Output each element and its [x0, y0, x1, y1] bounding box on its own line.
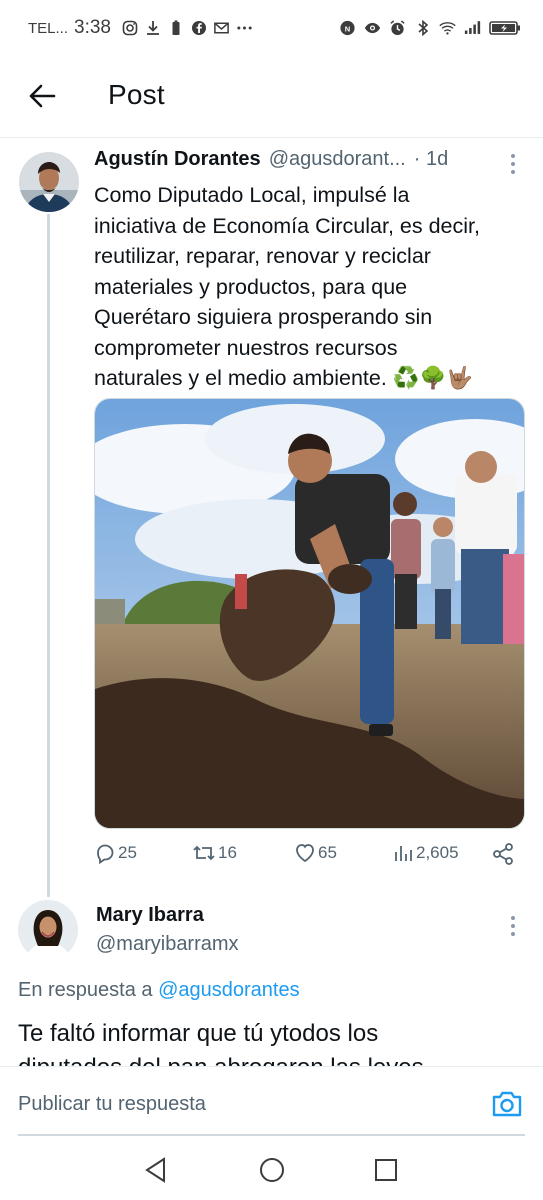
page-title: Post [108, 79, 165, 110]
status-right: N [339, 19, 521, 37]
status-left: TEL... 3:38 [28, 17, 253, 39]
reply-button[interactable]: 25 [94, 842, 137, 864]
in-reply-prefix: En respuesta a [18, 979, 153, 1001]
like-button[interactable]: 65 [294, 842, 337, 864]
tweet-header: Agustín Dorantes @agusdorant... · 1d [94, 148, 494, 171]
compose-divider [18, 1134, 525, 1136]
gmail-icon [213, 20, 230, 37]
reply-icon [97, 844, 114, 864]
status-bar: TEL... 3:38 N [0, 0, 543, 56]
views-button[interactable]: 2,605 [392, 842, 459, 864]
download-icon [144, 20, 161, 37]
back-button[interactable] [26, 80, 58, 112]
nav-back-button[interactable] [142, 1156, 170, 1184]
triangle-back-icon [145, 1157, 165, 1183]
reply-author-avatar[interactable] [18, 900, 78, 960]
alarm-icon [389, 20, 406, 37]
in-reply-mention-link[interactable]: @agusdorantes [158, 979, 300, 1001]
wifi-icon [439, 20, 456, 37]
carrier-label: TEL... [28, 19, 69, 37]
tweet-text-line: naturales y el medio ambiente. ♻️🌳🤟🏽 [94, 366, 474, 390]
retweet-icon [193, 845, 215, 861]
reply-count: 25 [118, 843, 137, 862]
retweet-button[interactable]: 16 [192, 842, 237, 864]
eye-comfort-icon [364, 20, 381, 37]
more-dot [511, 924, 515, 928]
circle-home-icon [260, 1158, 284, 1182]
reply-author-name[interactable]: Mary Ibarra [96, 904, 204, 927]
battery-saver-icon [167, 20, 184, 37]
more-dot [511, 154, 515, 158]
compose-bar [0, 1066, 543, 1136]
reply-text-line: Te faltó informar que tú ytodos los [18, 1020, 379, 1047]
author-handle[interactable]: @agusdorant... [269, 148, 406, 171]
tweet-actions: 25 16 65 2,605 [94, 842, 519, 872]
clock: 3:38 [74, 17, 111, 38]
in-reply-to: En respuesta a @agusdorantes [18, 979, 300, 1002]
reply-text-line: diputados del pan abrogaron las leyes [18, 1051, 538, 1067]
tweet-text-line: reutilizar, reparar, renovar y reciclar [94, 244, 431, 268]
more-dot [511, 932, 515, 936]
svg-text:N: N [345, 24, 350, 33]
more-dot [511, 916, 515, 920]
tweet-text-line: iniciativa de Economía Circular, es deci… [94, 213, 480, 238]
signal-icon [464, 20, 481, 37]
tweet-text-line: Como Diputado Local, impulsé la [94, 183, 410, 207]
retweet-count: 16 [218, 843, 237, 862]
instagram-icon [121, 20, 138, 37]
author-avatar[interactable] [19, 152, 79, 212]
arrow-left-icon [29, 84, 56, 108]
system-nav-bar [0, 1138, 543, 1200]
camera-button[interactable] [491, 1089, 523, 1119]
more-dot [511, 170, 515, 174]
reply-text: Te faltó informar que tú ytodos los dipu… [18, 1017, 538, 1067]
heart-icon [296, 844, 314, 863]
view-count: 2,605 [416, 843, 459, 862]
tweet-text-line: Querétaro siguiera prosperando sin [94, 305, 433, 329]
battery-icon [489, 20, 521, 37]
tweet-text-line: materiales y productos, para que [94, 274, 408, 299]
tweet-text: Como Diputado Local, impulsé la iniciati… [94, 180, 514, 394]
nav-recents-button[interactable] [372, 1156, 400, 1184]
author-name[interactable]: Agustín Dorantes [94, 148, 261, 171]
tweet-text-line: comprometer nuestros recursos [94, 335, 398, 360]
tweet-more-button[interactable] [503, 150, 523, 178]
nav-home-button[interactable] [258, 1156, 286, 1184]
bluetooth-icon [414, 19, 431, 37]
top-bar: Post [0, 56, 543, 138]
facebook-icon [190, 20, 207, 37]
tweet-timestamp[interactable]: · 1d [414, 148, 448, 171]
camera-icon [492, 1091, 522, 1117]
share-button[interactable] [491, 842, 515, 866]
reply-compose-input[interactable] [18, 1093, 458, 1116]
reply-author-handle[interactable]: @maryibarramx [96, 933, 239, 956]
more-notifications-icon [236, 20, 253, 37]
reply-more-button[interactable] [503, 912, 523, 940]
tweet-photo[interactable] [94, 398, 525, 829]
analytics-icon [395, 846, 412, 861]
more-dot [511, 162, 515, 166]
nfc-icon: N [339, 20, 356, 37]
share-icon [493, 843, 513, 865]
like-count: 65 [318, 843, 337, 862]
square-recents-icon [375, 1159, 397, 1181]
thread-line [47, 214, 50, 897]
